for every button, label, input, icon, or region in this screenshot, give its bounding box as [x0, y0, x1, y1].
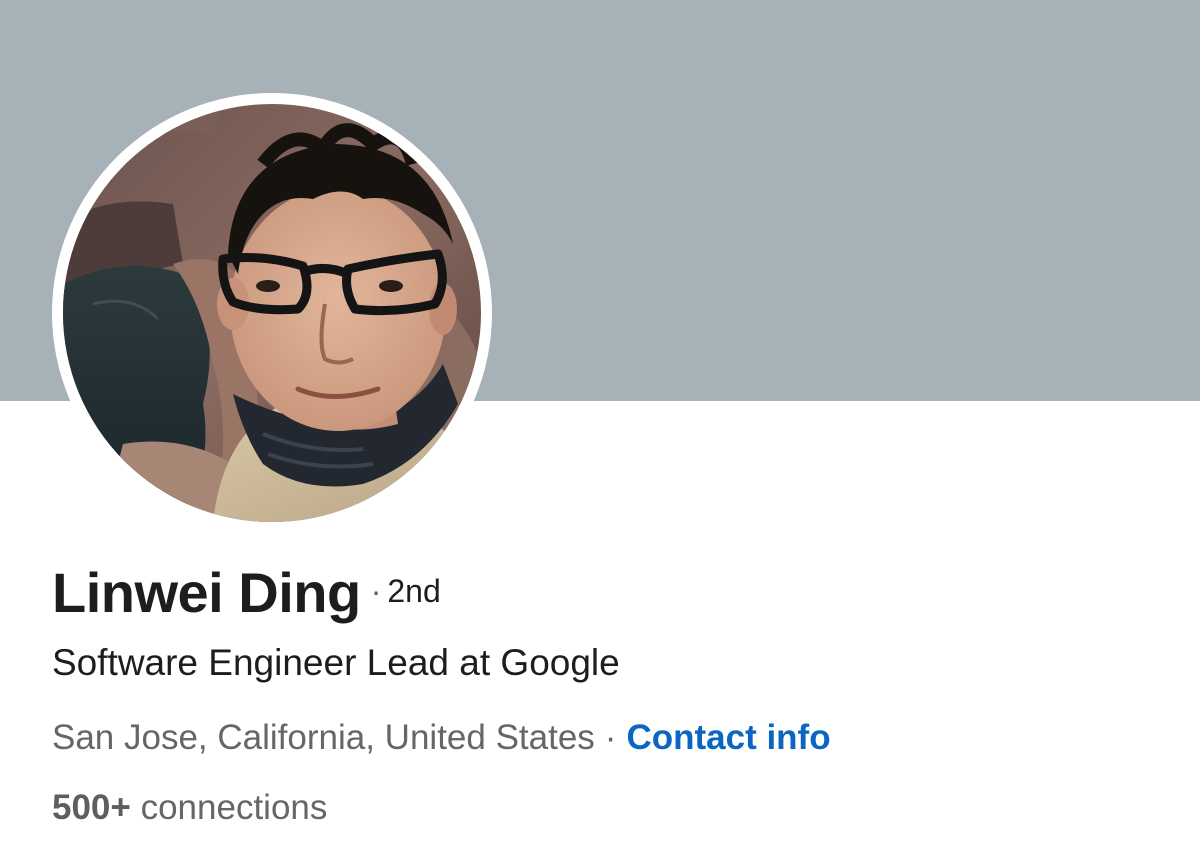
location-separator: ·: [604, 718, 617, 757]
contact-info-link[interactable]: Contact info: [626, 718, 830, 757]
profile-location: San Jose, California, United States: [52, 718, 595, 757]
name-row: Linwei Ding · 2nd: [52, 560, 441, 640]
profile-photo: [63, 104, 481, 522]
location-row: San Jose, California, United States · Cont…: [52, 718, 831, 758]
degree-label: 2nd: [387, 573, 441, 609]
connections-label: connections: [140, 788, 328, 827]
connections-count: 500+: [52, 788, 131, 827]
avatar[interactable]: [52, 93, 492, 533]
connection-degree: · 2nd: [371, 573, 441, 610]
profile-headline: Software Engineer Lead at Google: [52, 642, 620, 683]
profile-name: Linwei Ding: [52, 561, 361, 624]
degree-separator: ·: [370, 573, 382, 609]
profile-card: Linwei Ding · 2nd Software Engineer Lead …: [0, 0, 1200, 851]
connections-link[interactable]: 500+ connections: [52, 788, 327, 828]
